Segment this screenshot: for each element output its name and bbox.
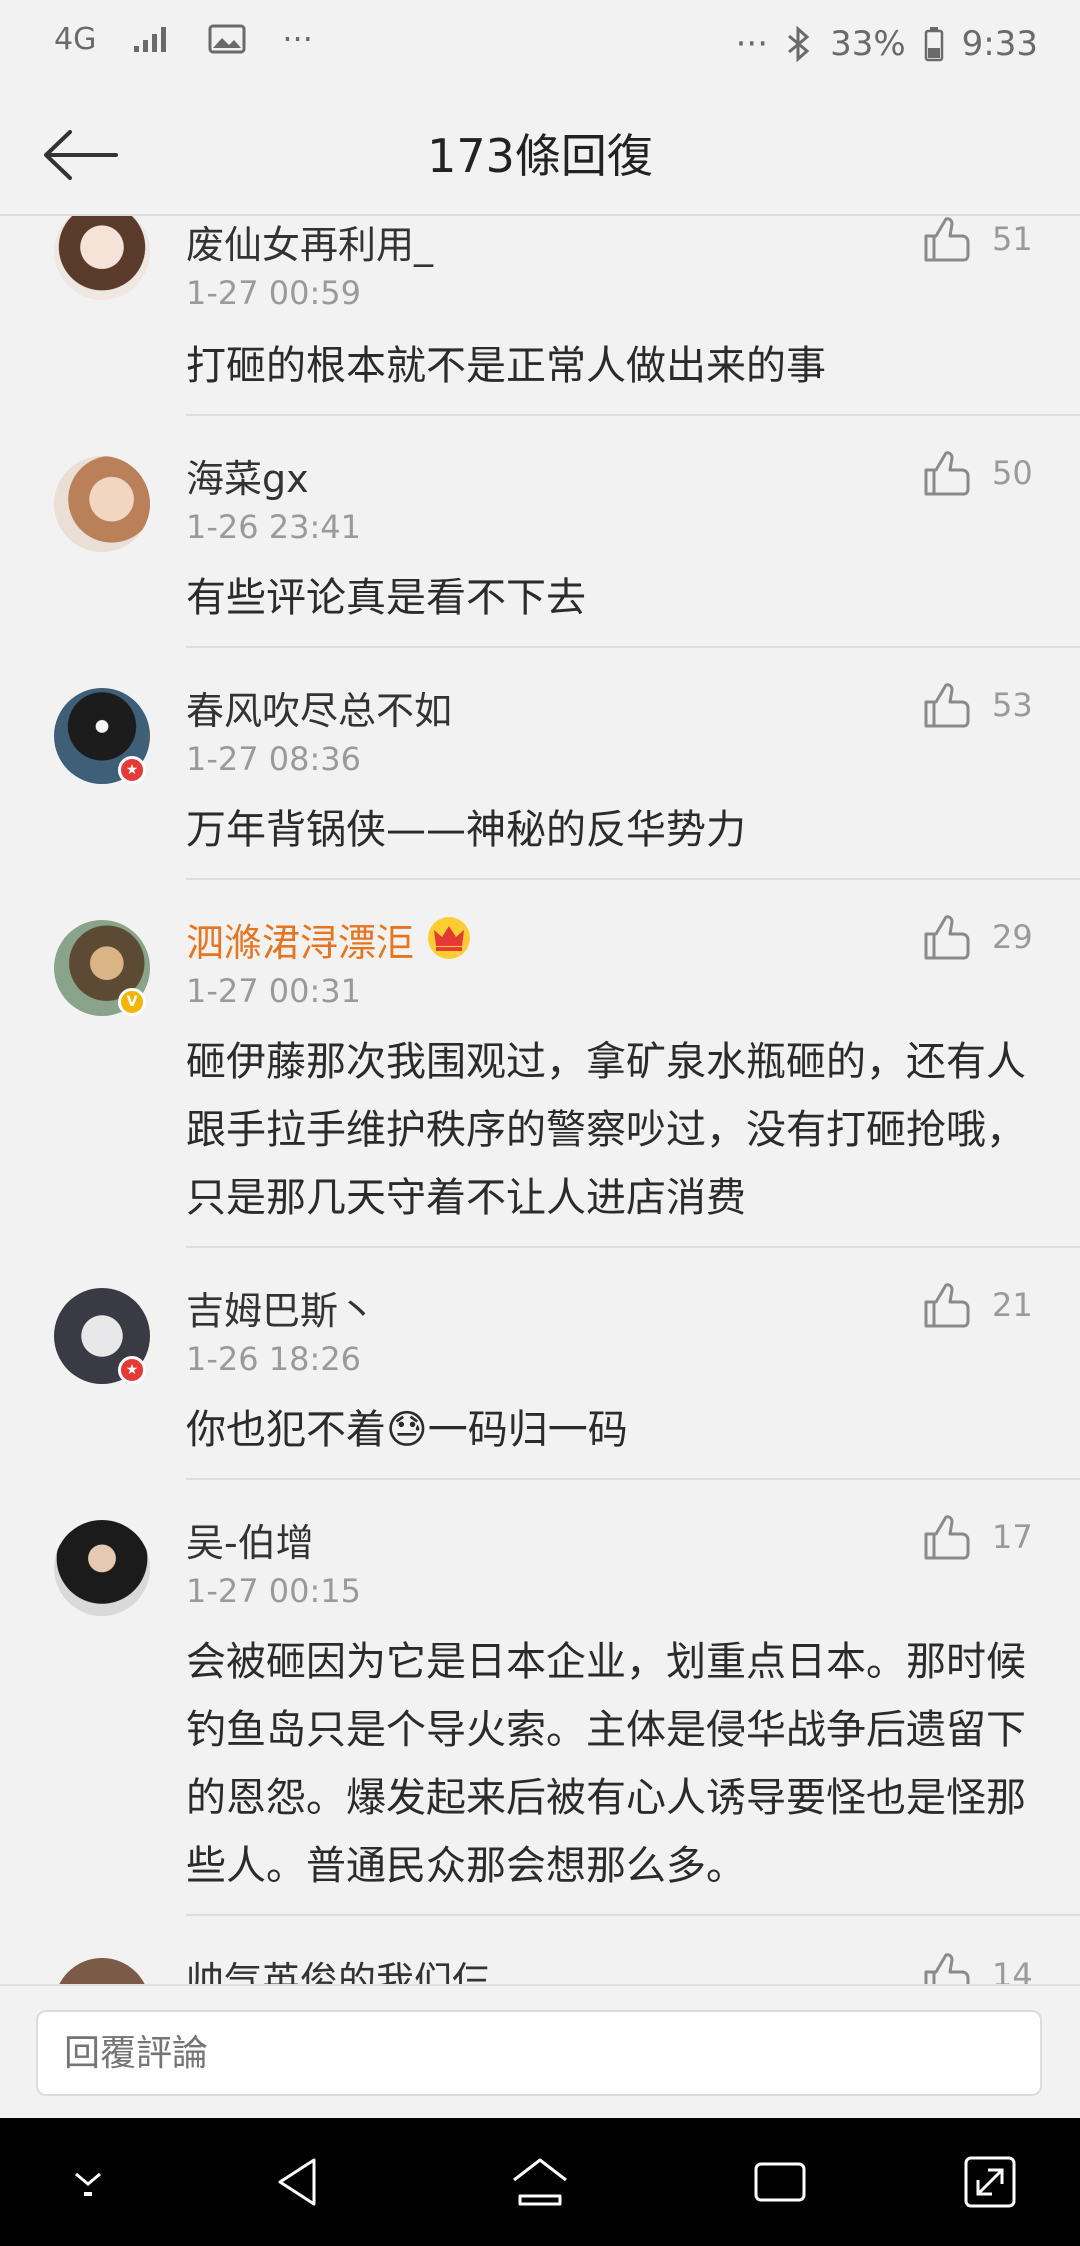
- avatar[interactable]: [54, 456, 150, 552]
- like-icon[interactable]: [920, 680, 972, 732]
- timestamp: 1-26 18:26: [186, 1340, 362, 1378]
- like-icon[interactable]: [920, 1950, 972, 1984]
- comment-text: 你也犯不着😓一码归一码: [186, 1407, 628, 1453]
- signal-icon: [132, 24, 172, 54]
- timestamp: 1-27 08:36: [186, 740, 362, 778]
- timestamp: 1-26 23:41: [186, 508, 362, 546]
- page-title: 173條回復: [427, 129, 653, 183]
- comment-text: 有些评论真是看不下去: [186, 575, 586, 621]
- verified-badge: ★: [118, 1356, 146, 1384]
- like-count: 29: [992, 918, 1033, 956]
- image-icon: [208, 23, 246, 55]
- like-icon[interactable]: [920, 1512, 972, 1564]
- reply-input[interactable]: [36, 2010, 1042, 2096]
- bluetooth-icon: [786, 25, 812, 63]
- like-icon[interactable]: [920, 448, 972, 500]
- reply-bar: [0, 1984, 1080, 2118]
- like-icon[interactable]: [920, 1280, 972, 1332]
- more-dots-icon: ···: [735, 24, 769, 64]
- divider: [186, 1478, 1080, 1480]
- username[interactable]: 海菜gx: [186, 448, 309, 503]
- home-icon[interactable]: [508, 2150, 572, 2214]
- username[interactable]: 帅气英俊的我们仨: [186, 1950, 490, 1984]
- recents-icon[interactable]: [748, 2150, 812, 2214]
- comment-text: 打砸的根本就不是正常人做出来的事: [186, 343, 826, 389]
- avatar[interactable]: [54, 1520, 150, 1616]
- username-text: 泗滌涒浔漂洰: [186, 921, 415, 965]
- timestamp: 1-27 00:59: [186, 274, 362, 312]
- username[interactable]: 吉姆巴斯丶: [186, 1280, 376, 1335]
- divider: [186, 1914, 1080, 1916]
- timestamp: 1-27 00:15: [186, 1572, 362, 1610]
- battery-percent: 33%: [830, 24, 906, 64]
- system-nav-bar: [0, 2118, 1080, 2246]
- crown-icon: [426, 916, 472, 969]
- avatar[interactable]: [54, 216, 150, 300]
- more-dots-icon: ···: [282, 20, 313, 58]
- status-bar: 4G ··· ··· 33% 9:33: [0, 0, 1080, 92]
- comment-text: 会被砸因为它是日本企业，划重点日本。那时候钓鱼岛只是个导火索。主体是侵华战争后遗…: [186, 1639, 1026, 1889]
- like-count: 14: [992, 1956, 1033, 1984]
- divider: [186, 878, 1080, 880]
- username[interactable]: 泗滌涒浔漂洰: [186, 912, 472, 969]
- expand-icon[interactable]: [958, 2150, 1022, 2214]
- battery-icon: [924, 26, 944, 62]
- divider: [186, 414, 1080, 416]
- back-triangle-icon[interactable]: [268, 2150, 332, 2214]
- divider: [186, 1246, 1080, 1248]
- timestamp: 1-27 00:31: [186, 972, 362, 1010]
- comment-text: 砸伊藤那次我围观过，拿矿泉水瓶砸的，还有人跟手拉手维护秩序的警察吵过，没有打砸抢…: [186, 1039, 1026, 1221]
- username[interactable]: 废仙女再利用_: [186, 216, 433, 269]
- vip-badge: V: [118, 988, 146, 1016]
- username[interactable]: 吴-伯增: [186, 1512, 314, 1567]
- comment-text: 万年背锅侠——神秘的反华势力: [186, 807, 746, 853]
- network-type-icon: 4G: [54, 21, 97, 57]
- like-count: 53: [992, 686, 1033, 724]
- header: 173條回復: [0, 92, 1080, 216]
- like-count: 17: [992, 1518, 1033, 1556]
- clock: 9:33: [961, 24, 1038, 64]
- like-count: 21: [992, 1286, 1033, 1324]
- chevron-down-icon[interactable]: [56, 2150, 120, 2214]
- like-count: 50: [992, 454, 1033, 492]
- avatar[interactable]: [54, 1958, 150, 1984]
- verified-badge: ★: [118, 756, 146, 784]
- like-icon[interactable]: [920, 912, 972, 964]
- like-icon[interactable]: [920, 216, 972, 266]
- username[interactable]: 春风吹尽总不如: [186, 680, 452, 735]
- like-count: 51: [992, 220, 1033, 258]
- comment-list[interactable]: 废仙女再利用_ 1-27 00:59 打砸的根本就不是正常人做出来的事 51 海…: [0, 216, 1080, 1984]
- divider: [186, 646, 1080, 648]
